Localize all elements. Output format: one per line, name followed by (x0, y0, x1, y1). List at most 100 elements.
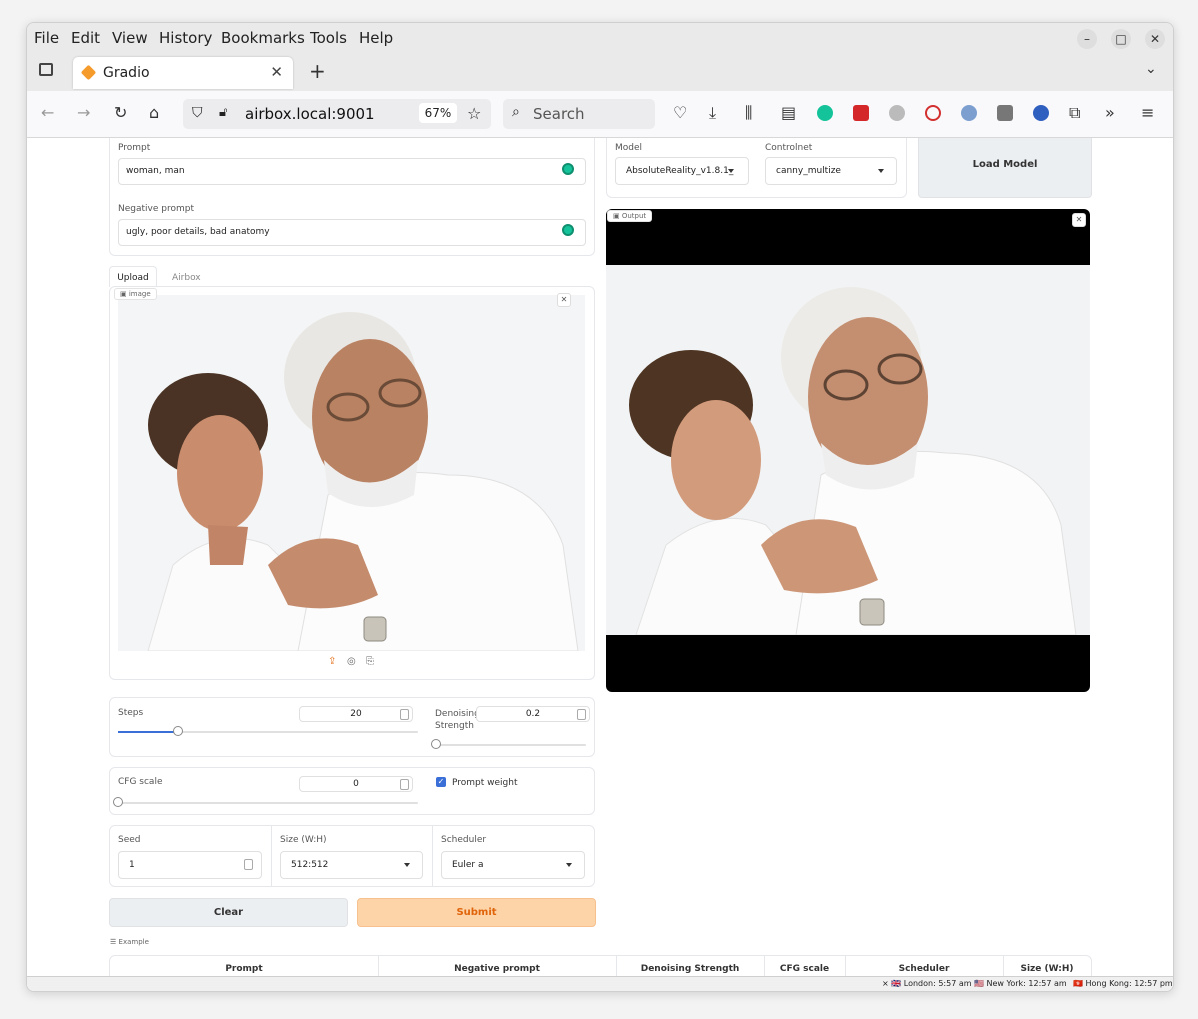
denoising-slider-thumb[interactable] (431, 739, 441, 749)
url-text[interactable]: airbox.local:9001 (245, 105, 375, 123)
steps-slider-thumb[interactable] (173, 726, 183, 736)
tab-upload[interactable]: Upload (109, 266, 157, 287)
menu-view[interactable]: View (112, 29, 148, 47)
forward-icon[interactable]: → (77, 103, 90, 122)
cfg-slider-thumb[interactable] (113, 797, 123, 807)
output-panel: ▣ Output ✕ (606, 209, 1090, 692)
output-image[interactable] (606, 265, 1090, 635)
load-model-button[interactable]: Load Model (918, 138, 1092, 198)
denoising-spinner-icon[interactable] (577, 709, 586, 720)
submit-button[interactable]: Submit (357, 898, 596, 927)
privacy-shield-icon[interactable] (997, 105, 1013, 121)
download-icon[interactable]: ⤓ (709, 103, 716, 123)
reload-icon[interactable]: ↻ (114, 103, 127, 122)
shield-icon[interactable]: ⛉ (192, 105, 203, 121)
table-header-prompt[interactable]: Prompt (110, 964, 378, 974)
cfg-spinner-icon[interactable] (400, 779, 409, 790)
model-dropdown[interactable]: AbsoluteReality_v1.8.1_ (615, 157, 749, 185)
cfg-value: 0 (353, 779, 359, 789)
denoising-input[interactable]: 0.2 (476, 706, 590, 722)
steps-slider[interactable] (118, 726, 418, 736)
menu-edit[interactable]: Edit (71, 29, 100, 47)
minimize-icon[interactable]: – (1077, 29, 1097, 49)
extensions-icon[interactable]: ⧉ (1069, 103, 1080, 123)
page-content: Prompt woman, man Negative prompt ugly, … (27, 138, 1173, 976)
seed-input[interactable]: 1 (118, 851, 262, 879)
clear-image-icon[interactable]: ✕ (557, 293, 571, 307)
link-icon[interactable] (961, 105, 977, 121)
search-placeholder: Search (533, 105, 585, 123)
insecure-lock-icon[interactable]: 🔓︎ (219, 105, 227, 120)
pocket-icon[interactable]: ♡ (673, 103, 687, 122)
controlnet-dropdown[interactable]: canny_multize (765, 157, 897, 185)
zoom-level[interactable]: 67% (419, 103, 457, 123)
cfg-slider[interactable] (113, 797, 418, 807)
size-label: Size (W:H) (280, 835, 327, 845)
output-couple-photo (606, 265, 1090, 635)
upload-icon[interactable]: ⇪ (328, 656, 336, 667)
grammarly-icon[interactable] (817, 105, 833, 121)
tab-airbox[interactable]: Airbox (172, 273, 201, 283)
menu-tools[interactable]: Tools (310, 29, 347, 47)
steps-input[interactable]: 20 (299, 706, 413, 722)
new-tab-icon[interactable]: + (309, 59, 326, 83)
globe-icon[interactable] (889, 105, 905, 121)
tab-bar: Gradio ✕ + ⌄ (27, 53, 1173, 91)
negative-prompt-value: ugly, poor details, bad anatomy (126, 227, 270, 237)
sidebar-icon[interactable]: ▤ (781, 103, 796, 122)
grammarly-icon[interactable] (562, 163, 574, 175)
cfg-input[interactable]: 0 (299, 776, 413, 792)
table-header-denoising[interactable]: Denoising Strength (616, 964, 764, 974)
cfg-label: CFG scale (118, 777, 163, 787)
negative-prompt-input[interactable]: ugly, poor details, bad anatomy (118, 219, 586, 246)
denoising-slider[interactable] (431, 739, 586, 749)
prompt-weight-checkbox[interactable]: ✓ (436, 777, 446, 787)
maximize-icon[interactable]: □ (1111, 29, 1131, 49)
block-icon[interactable] (925, 105, 941, 121)
tab-close-icon[interactable]: ✕ (270, 63, 283, 81)
examples-label: ☰ Example (110, 938, 149, 946)
controlnet-value: canny_multize (776, 166, 841, 176)
input-image[interactable] (118, 295, 585, 651)
hamburger-menu-icon[interactable]: ≡ (1141, 103, 1154, 122)
grammarly-icon[interactable] (562, 224, 574, 236)
size-dropdown[interactable]: 512:512 (280, 851, 423, 879)
table-header-scheduler[interactable]: Scheduler (845, 964, 1003, 974)
tab-overview-icon[interactable] (39, 63, 53, 76)
close-window-icon[interactable]: ✕ (1145, 29, 1165, 49)
prompt-input[interactable]: woman, man (118, 158, 586, 185)
steps-spinner-icon[interactable] (400, 709, 409, 720)
table-header-cfg[interactable]: CFG scale (764, 964, 845, 974)
webcam-icon[interactable]: ◎ (347, 656, 356, 667)
tab-gradio[interactable]: Gradio ✕ (73, 57, 293, 89)
menu-history[interactable]: History (159, 29, 212, 47)
seed-spinner-icon[interactable] (244, 859, 253, 870)
input-couple-photo (118, 295, 585, 651)
close-output-icon[interactable]: ✕ (1072, 213, 1086, 227)
table-header-size[interactable]: Size (W:H) (1003, 964, 1091, 974)
prompt-value: woman, man (126, 166, 185, 176)
table-header-negative-prompt[interactable]: Negative prompt (378, 964, 616, 974)
url-bar[interactable]: ⛉ 🔓︎ airbox.local:9001 67% ☆ (183, 99, 491, 129)
scheduler-dropdown[interactable]: Euler a (441, 851, 585, 879)
earth-icon[interactable] (1033, 105, 1049, 121)
scheduler-label: Scheduler (441, 835, 487, 845)
back-icon[interactable]: ← (41, 103, 54, 122)
menu-bookmarks[interactable]: Bookmarks (221, 29, 305, 47)
divider (271, 826, 272, 886)
library-icon[interactable]: ⫼ (745, 103, 752, 123)
overflow-icon[interactable]: » (1105, 103, 1115, 122)
clock-hong-kong: 🇭🇰 Hong Kong: 12:57 pm (1073, 979, 1173, 988)
clear-button[interactable]: Clear (109, 898, 348, 927)
search-bar[interactable]: ⌕ Search (503, 99, 655, 129)
menu-bar: File Edit View History Bookmarks Tools H… (27, 23, 1173, 53)
controlnet-label: Controlnet (765, 143, 813, 153)
clipboard-icon[interactable]: ⎘ (366, 656, 374, 667)
home-icon[interactable]: ⌂ (149, 103, 159, 122)
menu-file[interactable]: File (34, 29, 59, 47)
color-picker-icon[interactable] (853, 105, 869, 121)
bookmark-star-icon[interactable]: ☆ (467, 104, 481, 123)
menu-help[interactable]: Help (359, 29, 393, 47)
clock-new-york: 🇺🇸 New York: 12:57 am (974, 979, 1067, 988)
chevron-down-icon[interactable]: ⌄ (1145, 61, 1157, 77)
